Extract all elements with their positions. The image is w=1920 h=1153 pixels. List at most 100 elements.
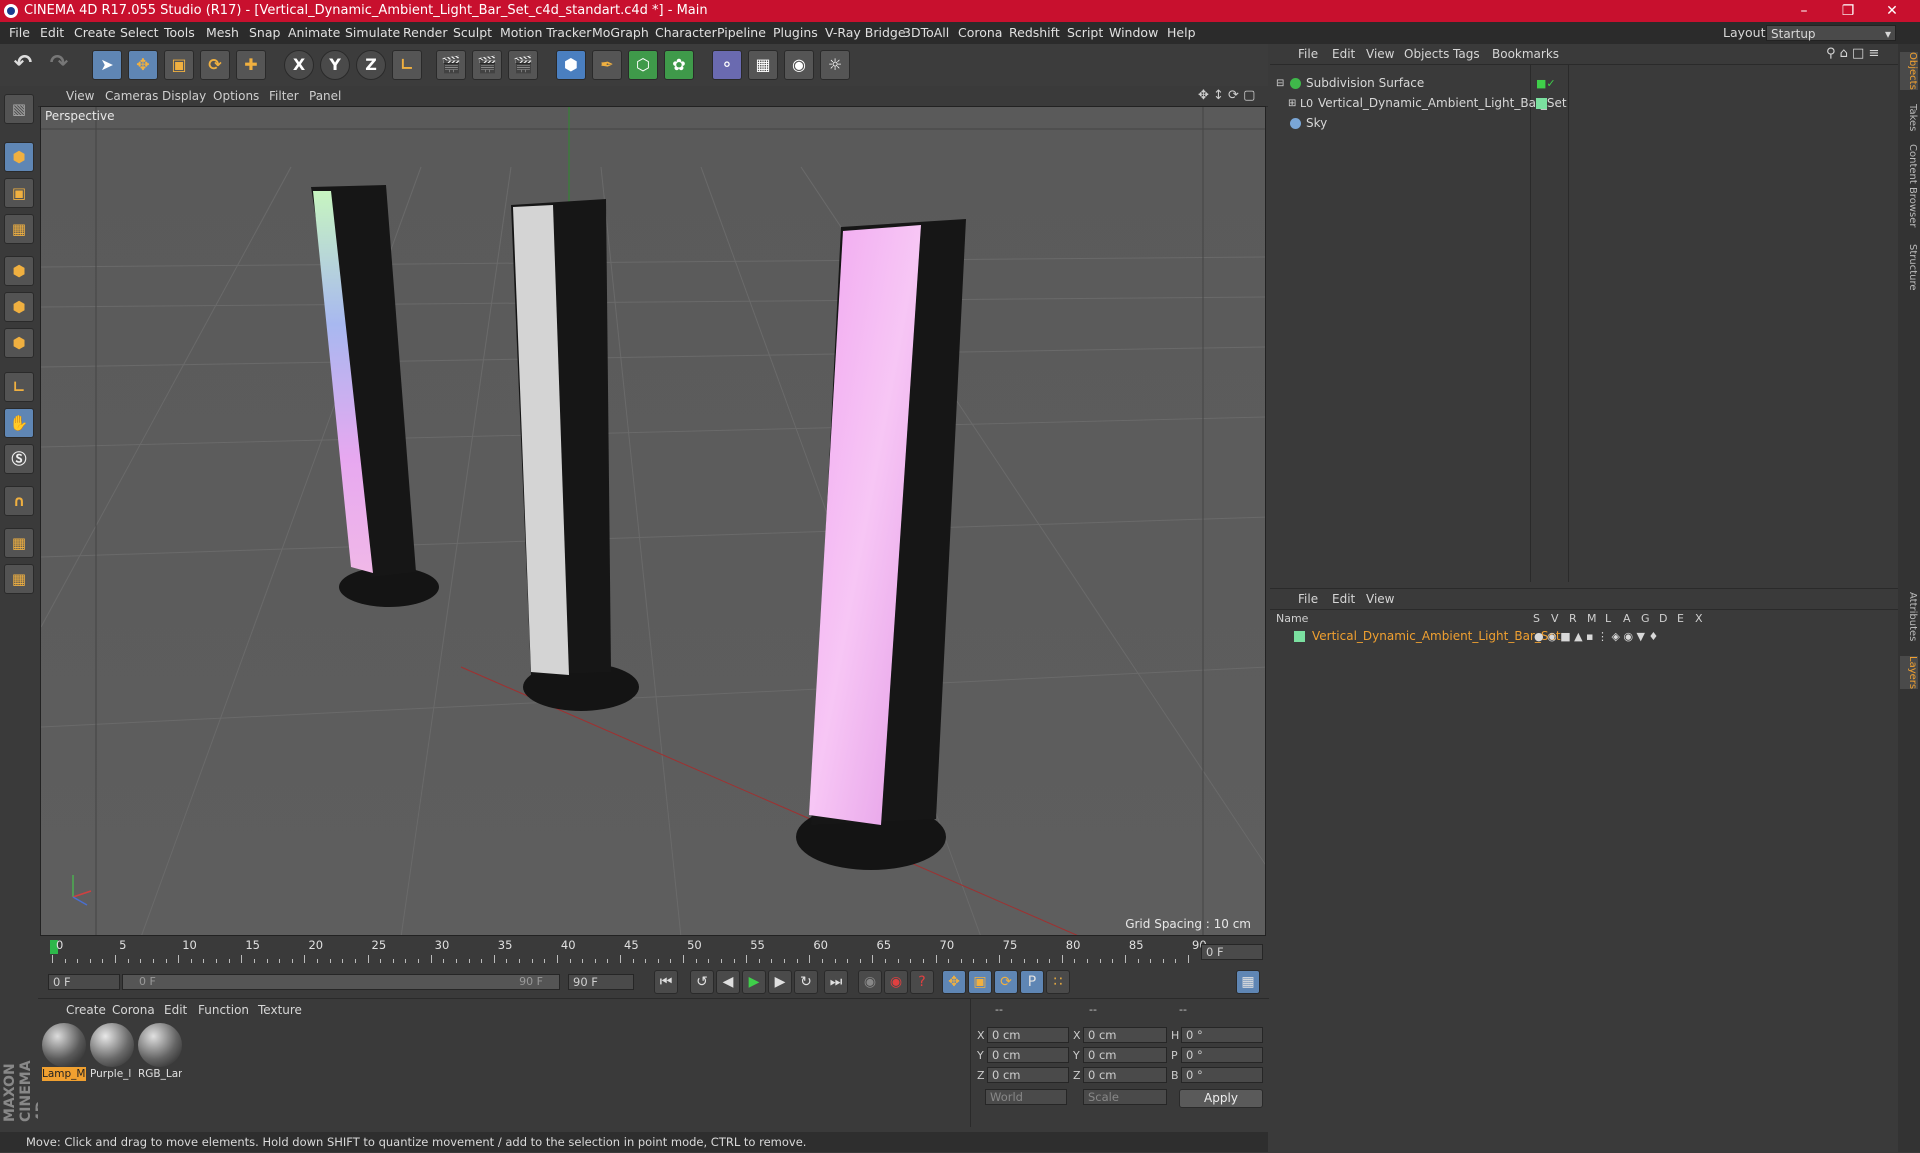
position-x-field[interactable]: 0 cm xyxy=(987,1027,1069,1043)
key-position-button[interactable]: ✥ xyxy=(942,970,966,994)
size-z-field[interactable]: 0 cm xyxy=(1083,1067,1167,1083)
record-keys-button[interactable]: ◉ xyxy=(858,970,882,994)
layers-menu-edit[interactable]: Edit xyxy=(1332,589,1355,609)
layout-dropdown[interactable]: Startup ▾ xyxy=(1766,25,1896,41)
timeline-ruler[interactable]: 0 5 10 15 20 25 30 35 40 45 50 55 60 65 70 75 80 85 90 xyxy=(40,936,1268,964)
search-icon[interactable]: ⚲ ⌂ □ ≡ xyxy=(1826,44,1879,64)
key-rotation-button[interactable]: ⟳ xyxy=(994,970,1018,994)
render-view-button[interactable]: 🎬 xyxy=(436,50,466,80)
key-point-level-button[interactable]: ∷ xyxy=(1046,970,1070,994)
layer-color-icon[interactable] xyxy=(1294,631,1305,642)
axis-mode-button[interactable]: ∟ xyxy=(4,372,34,402)
scale-tool-button[interactable]: ▣ xyxy=(164,50,194,80)
size-x-field[interactable]: 0 cm xyxy=(1083,1027,1167,1043)
make-editable-button[interactable]: ▧ xyxy=(4,94,34,124)
menu-mesh[interactable]: Mesh xyxy=(206,22,239,44)
render-picture-viewer-button[interactable]: 🎬 xyxy=(472,50,502,80)
menu-render[interactable]: Render xyxy=(403,22,448,44)
tweak-mode-button[interactable]: ✋ xyxy=(4,408,34,438)
viewport-navigation-icon[interactable]: ✥ ↕ ⟳ ▢ xyxy=(1198,86,1255,106)
menu-plugins[interactable]: Plugins xyxy=(773,22,818,44)
menu-3dtoall[interactable]: 3DToAll xyxy=(903,22,949,44)
coord-scale-dropdown[interactable]: Scale xyxy=(1083,1089,1167,1105)
material-menu-edit[interactable]: Edit xyxy=(164,1001,187,1019)
objects-menu-bookmarks[interactable]: Bookmarks xyxy=(1492,44,1559,64)
3d-viewport[interactable]: Perspective Grid Spacing : 10 cm xyxy=(40,106,1266,936)
tab-attributes[interactable]: Attributes xyxy=(1900,592,1918,641)
start-frame-field[interactable]: 0 F xyxy=(48,974,120,990)
menu-help[interactable]: Help xyxy=(1167,22,1196,44)
solo-button[interactable]: Ⓢ xyxy=(4,444,34,474)
layers-menu-view[interactable]: View xyxy=(1366,589,1394,609)
rotate-tool-button[interactable]: ⟳ xyxy=(200,50,230,80)
material-menu-texture[interactable]: Texture xyxy=(258,1001,302,1019)
menu-corona[interactable]: Corona xyxy=(958,22,1002,44)
pen-spline-button[interactable]: ✒ xyxy=(592,50,622,80)
close-icon[interactable]: ✕ xyxy=(1870,0,1914,22)
menu-pipeline[interactable]: Pipeline xyxy=(717,22,766,44)
object-row[interactable]: ⊟ Subdivision Surface ■✓ xyxy=(1270,74,1898,93)
x-axis-button[interactable]: X xyxy=(284,50,314,80)
light-button[interactable]: ☼ xyxy=(820,50,850,80)
undo-button[interactable]: ↶ xyxy=(8,50,38,80)
material-swatch[interactable]: RGB_Lar xyxy=(138,1023,182,1081)
menu-script[interactable]: Script xyxy=(1067,22,1103,44)
tab-objects[interactable]: Objects xyxy=(1900,52,1918,90)
model-mode-button[interactable]: ⬢ xyxy=(4,142,34,172)
menu-simulate[interactable]: Simulate xyxy=(345,22,400,44)
timeline-window-button[interactable]: ▦ xyxy=(1236,970,1260,994)
coordinate-system-button[interactable]: ∟ xyxy=(392,50,422,80)
material-menu-create[interactable]: Create xyxy=(66,1001,106,1019)
rotation-p-field[interactable]: 0 ° xyxy=(1181,1047,1263,1063)
tab-layers[interactable]: Layers xyxy=(1900,656,1918,690)
camera-button[interactable]: ◉ xyxy=(784,50,814,80)
texture-mode-button[interactable]: ▣ xyxy=(4,178,34,208)
objects-menu-view[interactable]: View xyxy=(1366,44,1394,64)
next-key-button[interactable]: ↻ xyxy=(794,970,818,994)
floor-button[interactable]: ▦ xyxy=(748,50,778,80)
play-button[interactable]: ▶ xyxy=(742,970,766,994)
live-select-button[interactable]: ✚ xyxy=(236,50,266,80)
material-menu-corona[interactable]: Corona xyxy=(112,1001,155,1019)
material-swatch[interactable]: Lamp_M xyxy=(42,1023,86,1081)
menu-window[interactable]: Window xyxy=(1109,22,1158,44)
viewport-menu-options[interactable]: Options xyxy=(213,86,259,106)
collapse-icon[interactable]: ⊟ xyxy=(1276,74,1284,93)
z-axis-button[interactable]: Z xyxy=(356,50,386,80)
workplane-button[interactable]: ▦ xyxy=(4,214,34,244)
size-y-field[interactable]: 0 cm xyxy=(1083,1047,1167,1063)
layer-flags-icons[interactable]: ● ◉ ■ ▲ ▪ ⋮ ◈ ◉ ▼ ♦ xyxy=(1534,627,1658,646)
subdivision-button[interactable]: ⬡ xyxy=(628,50,658,80)
viewport-menu-display[interactable]: Display xyxy=(162,86,206,106)
rotation-h-field[interactable]: 0 ° xyxy=(1181,1027,1263,1043)
viewport-menu-view[interactable]: View xyxy=(66,86,94,106)
object-name[interactable]: Subdivision Surface xyxy=(1306,74,1424,93)
viewport-camera-label[interactable]: Perspective xyxy=(45,109,115,123)
menu-animate[interactable]: Animate xyxy=(288,22,340,44)
previous-frame-button[interactable]: ◀ xyxy=(716,970,740,994)
goto-end-button[interactable]: ⏭ xyxy=(824,970,848,994)
key-scale-button[interactable]: ▣ xyxy=(968,970,992,994)
object-name[interactable]: Sky xyxy=(1306,114,1327,133)
layer-name[interactable]: Vertical_Dynamic_Ambient_Light_Bar_Set xyxy=(1312,627,1561,646)
menu-motion-tracker[interactable]: Motion Tracker xyxy=(500,22,591,44)
viewport-menu-panel[interactable]: Panel xyxy=(309,86,341,106)
key-parameter-button[interactable]: P xyxy=(1020,970,1044,994)
move-tool-button[interactable]: ✥ xyxy=(128,50,158,80)
tab-structure[interactable]: Structure xyxy=(1900,244,1918,291)
objects-menu-edit[interactable]: Edit xyxy=(1332,44,1355,64)
menu-create[interactable]: Create xyxy=(74,22,116,44)
tab-takes[interactable]: Takes xyxy=(1900,104,1918,131)
menu-redshift[interactable]: Redshift xyxy=(1009,22,1060,44)
polygons-mode-button[interactable]: ⬢ xyxy=(4,328,34,358)
previous-key-button[interactable]: ↺ xyxy=(690,970,714,994)
menu-character[interactable]: Character xyxy=(655,22,717,44)
points-mode-button[interactable]: ⬢ xyxy=(4,256,34,286)
deformer-button[interactable]: ⚬ xyxy=(712,50,742,80)
menu-sculpt[interactable]: Sculpt xyxy=(453,22,492,44)
object-name[interactable]: Vertical_Dynamic_Ambient_Light_Bar_Set xyxy=(1318,94,1567,113)
expand-icon[interactable]: ⊞ xyxy=(1288,94,1296,113)
viewport-menu-cameras[interactable]: Cameras xyxy=(105,86,158,106)
object-row[interactable]: Sky xyxy=(1270,114,1898,133)
lock-workplane-button[interactable]: ▦ xyxy=(4,528,34,558)
